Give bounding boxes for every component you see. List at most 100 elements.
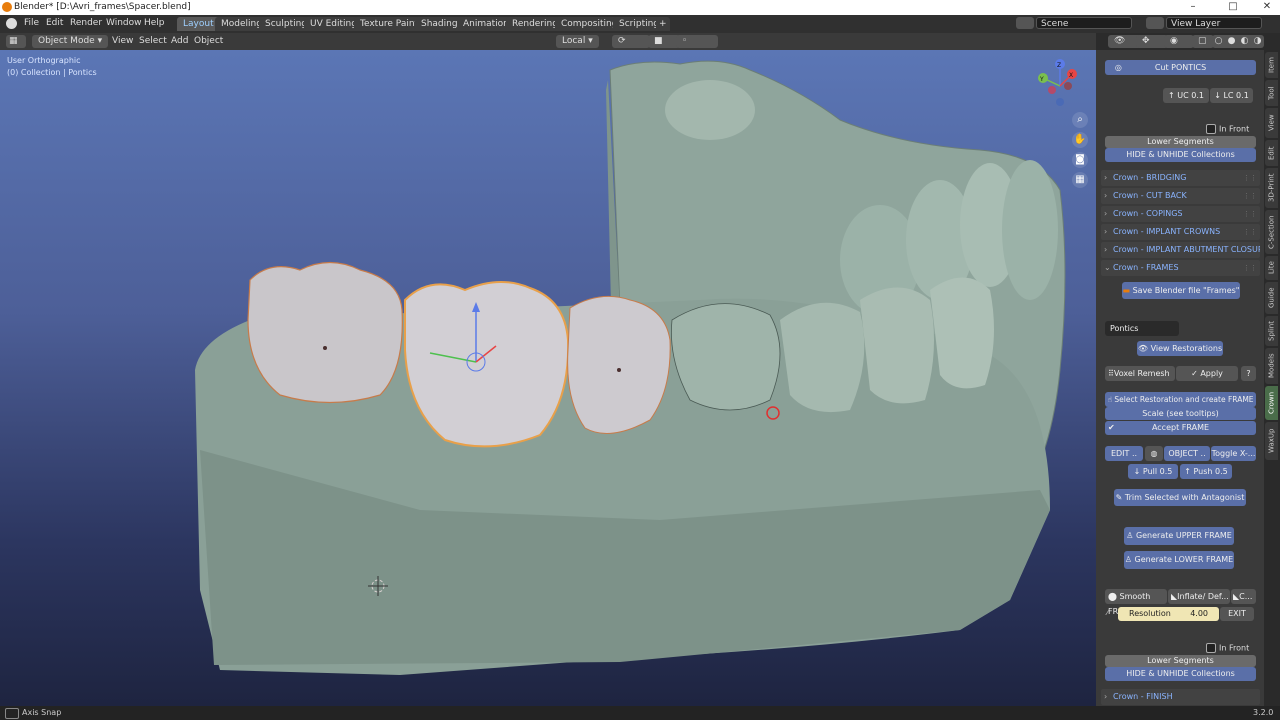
tab-3d-print[interactable]: 3D-Print bbox=[1265, 168, 1278, 208]
solid-shading-icon[interactable]: ● bbox=[1228, 35, 1236, 48]
active-collection: (0) Collection | Pontics bbox=[7, 68, 97, 77]
hide-unhide-collections-button-1[interactable]: HIDE & UNHIDE Collections bbox=[1105, 148, 1256, 162]
minimize-button[interactable]: – bbox=[1186, 1, 1200, 12]
axis-navigation-gizmo[interactable]: Z Y X bbox=[1032, 58, 1088, 114]
drag-handle-icon[interactable]: ⋮⋮ bbox=[1243, 170, 1257, 186]
generate-lower-frame-button[interactable]: ♙ Generate LOWER FRAME bbox=[1124, 551, 1234, 569]
smooth-frame-button[interactable]: ⬤ Smooth FR... bbox=[1105, 589, 1167, 616]
section-crown-frames[interactable]: ⌄ Crown - FRAMES ⋮⋮ bbox=[1101, 260, 1260, 276]
menu-add[interactable]: Add bbox=[171, 35, 188, 48]
add-workspace-button[interactable]: + bbox=[656, 17, 670, 31]
pan-hand-icon[interactable]: ✋ bbox=[1072, 132, 1088, 148]
menu-render[interactable]: Render bbox=[70, 18, 102, 28]
resolution-slider[interactable]: Resolution 4.00 bbox=[1118, 607, 1219, 621]
lower-segments-field-1[interactable]: Lower Segments bbox=[1105, 136, 1256, 148]
section-crown-finish[interactable]: › Crown - FINISH bbox=[1101, 689, 1260, 705]
generate-upper-frame-button[interactable]: ♙ Generate UPPER FRAME bbox=[1124, 527, 1234, 545]
drag-handle-icon[interactable]: ⋮⋮ bbox=[1243, 260, 1257, 276]
section-crown-cut-back[interactable]: › Crown - CUT BACK ⋮⋮ bbox=[1101, 188, 1260, 204]
uc-button[interactable]: ↑ UC 0.1 bbox=[1163, 88, 1209, 103]
view-layer-field[interactable]: View Layer bbox=[1166, 17, 1262, 29]
menu-select[interactable]: Select bbox=[139, 35, 167, 48]
tab-models[interactable]: Models bbox=[1265, 348, 1278, 384]
tab-item[interactable]: Item bbox=[1265, 52, 1278, 78]
lower-segments-field-2[interactable]: Lower Segments bbox=[1105, 655, 1256, 667]
tab-layout[interactable]: Layout bbox=[177, 17, 220, 31]
tab-crown[interactable]: Crown bbox=[1265, 386, 1278, 420]
pull-button[interactable]: ↓ Pull 0.5 bbox=[1128, 464, 1178, 479]
mode-dropdown[interactable]: Object Mode ▾ bbox=[32, 35, 109, 48]
tab-texture-paint[interactable]: Texture Paint bbox=[354, 17, 425, 31]
checkmark-icon: ✓ bbox=[1191, 369, 1201, 378]
maximize-button[interactable]: □ bbox=[1226, 1, 1240, 12]
shading-modes[interactable]: ○ ● ◐ ◑ bbox=[1212, 35, 1264, 48]
overlays-icon[interactable]: ◉ bbox=[1164, 35, 1194, 48]
tab-tool[interactable]: Tool bbox=[1265, 80, 1278, 106]
tab-splint[interactable]: Splint bbox=[1265, 316, 1278, 346]
inflate-deflate-button[interactable]: ◣Inflate/ Def... bbox=[1168, 589, 1230, 604]
xray-icon[interactable]: ▢ bbox=[1192, 35, 1214, 48]
drag-handle-icon[interactable]: ⋮⋮ bbox=[1243, 188, 1257, 204]
blender-logo-icon bbox=[2, 2, 12, 12]
zoom-icon[interactable]: ⌕ bbox=[1072, 112, 1088, 128]
drag-handle-icon[interactable]: ⋮⋮ bbox=[1243, 224, 1257, 240]
exit-button[interactable]: EXIT bbox=[1220, 607, 1254, 621]
grid-icon[interactable]: ▦ bbox=[1072, 172, 1088, 188]
view-layer-browse-icon[interactable] bbox=[1146, 17, 1164, 29]
section-crown-copings[interactable]: › Crown - COPINGS ⋮⋮ bbox=[1101, 206, 1260, 222]
tab-edit[interactable]: Edit bbox=[1265, 140, 1278, 166]
menu-help[interactable]: Help bbox=[144, 18, 165, 28]
pontics-field[interactable]: Pontics bbox=[1105, 321, 1179, 336]
cut-pontics-button[interactable]: ◎ Cut PONTICS bbox=[1105, 60, 1256, 75]
toggle-xray-button[interactable]: Toggle X-... bbox=[1211, 446, 1256, 461]
lc-button[interactable]: ↓ LC 0.1 bbox=[1210, 88, 1253, 103]
section-crown-implant-crowns[interactable]: › Crown - IMPLANT CROWNS ⋮⋮ bbox=[1101, 224, 1260, 240]
blender-menu-icon[interactable] bbox=[6, 18, 17, 29]
edit-button[interactable]: EDIT .. bbox=[1105, 446, 1143, 461]
view-restorations-button[interactable]: 👁 View Restorations bbox=[1137, 341, 1223, 356]
drag-handle-icon[interactable]: ⋮⋮ bbox=[1243, 206, 1257, 222]
editor-type-icon[interactable]: ▦ bbox=[6, 35, 26, 48]
camera-icon[interactable]: ◙ bbox=[1072, 152, 1088, 168]
object-button[interactable]: OBJECT .. bbox=[1164, 446, 1210, 461]
in-front-checkbox-1[interactable]: In Front bbox=[1206, 124, 1249, 134]
wireframe-shading-icon[interactable]: ○ bbox=[1215, 35, 1223, 48]
save-frames-button[interactable]: ▬ Save Blender file "Frames" bbox=[1122, 282, 1240, 299]
pivot-icon[interactable]: ⟳ bbox=[612, 35, 650, 48]
rendered-shading-icon[interactable]: ◑ bbox=[1254, 35, 1262, 48]
trim-antagonist-button[interactable]: ✎ Trim Selected with Antagonist bbox=[1114, 489, 1246, 506]
check-circle-icon: ✔ bbox=[1108, 423, 1115, 432]
menu-view[interactable]: View bbox=[112, 35, 133, 48]
transform-orientation-dropdown[interactable]: Local ▾ bbox=[556, 35, 599, 48]
hide-unhide-collections-button-2[interactable]: HIDE & UNHIDE Collections bbox=[1105, 667, 1256, 681]
chevron-right-icon: › bbox=[1104, 209, 1108, 218]
in-front-label-2: In Front bbox=[1219, 643, 1250, 653]
menu-window[interactable]: Window bbox=[106, 18, 142, 28]
sculpt-icon[interactable]: ◍ bbox=[1145, 446, 1163, 461]
push-button[interactable]: ↑ Push 0.5 bbox=[1180, 464, 1232, 479]
3d-viewport[interactable]: User Orthographic (0) Collection | Ponti… bbox=[0, 50, 1096, 706]
apply-button[interactable]: ✓ Apply bbox=[1176, 366, 1238, 381]
c-button[interactable]: ◣C... bbox=[1231, 589, 1256, 604]
accept-frame-button[interactable]: ✔ Accept FRAME bbox=[1105, 421, 1256, 435]
section-crown-bridging[interactable]: › Crown - BRIDGING ⋮⋮ bbox=[1101, 170, 1260, 186]
scene-browse-icon[interactable] bbox=[1016, 17, 1034, 29]
tab-c-section[interactable]: C-Section bbox=[1265, 210, 1278, 254]
scale-tooltips-button[interactable]: Scale (see tooltips) bbox=[1105, 407, 1256, 420]
select-restoration-button[interactable]: ☝ Select Restoration and create FRAME bbox=[1105, 392, 1256, 407]
menu-edit[interactable]: Edit bbox=[46, 18, 63, 28]
menu-object[interactable]: Object bbox=[194, 35, 223, 48]
proportional-edit-icon[interactable]: ◦ bbox=[676, 35, 718, 48]
section-crown-implant-abutment[interactable]: › Crown - IMPLANT ABUTMENT CLOSUR bbox=[1101, 242, 1260, 258]
scene-field[interactable]: Scene bbox=[1036, 17, 1132, 29]
tab-lite[interactable]: Lite bbox=[1265, 256, 1278, 280]
close-window-button[interactable]: ✕ bbox=[1260, 1, 1274, 12]
in-front-checkbox-2[interactable]: In Front bbox=[1206, 643, 1249, 653]
voxel-remesh-button[interactable]: ⠿Voxel Remesh bbox=[1105, 366, 1175, 381]
tab-view[interactable]: View bbox=[1265, 108, 1278, 138]
menu-file[interactable]: File bbox=[24, 18, 39, 28]
tab-guide[interactable]: Guide bbox=[1265, 282, 1278, 314]
tab-waxup[interactable]: WaxUp bbox=[1265, 422, 1278, 460]
material-shading-icon[interactable]: ◐ bbox=[1241, 35, 1249, 48]
help-icon[interactable]: ? bbox=[1241, 366, 1256, 381]
